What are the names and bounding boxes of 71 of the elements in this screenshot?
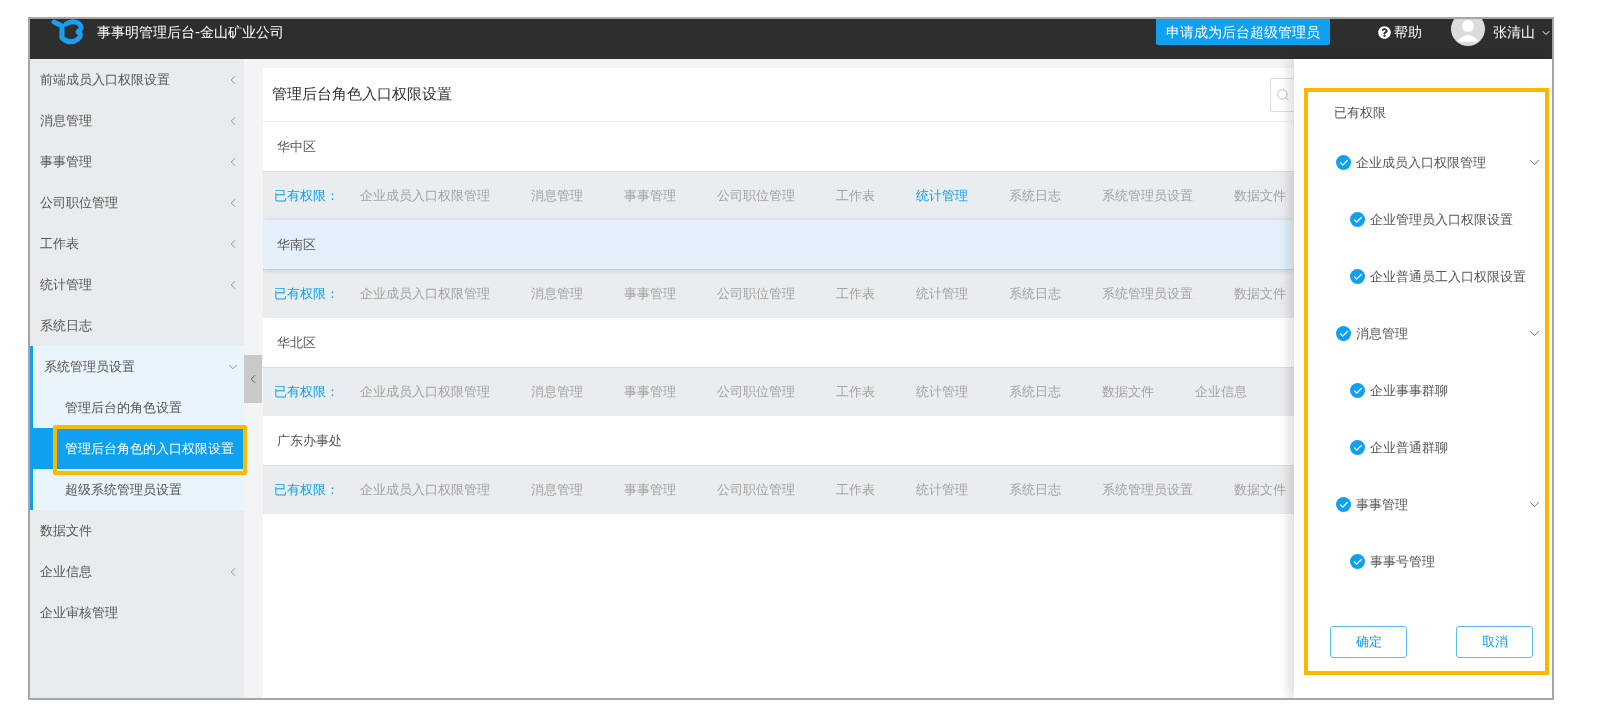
permission-label: 已有权限： bbox=[274, 383, 339, 402]
permission-tag: 系统管理员设置 bbox=[1102, 284, 1193, 304]
sidebar-item[interactable]: 系统管理员设置 bbox=[33, 346, 244, 387]
tree-node[interactable]: 企业管理员入口权限设置 bbox=[1308, 191, 1545, 248]
permission-tag: 数据文件 bbox=[1234, 186, 1286, 206]
permission-tag: 事事管理 bbox=[624, 186, 676, 206]
tree-node[interactable]: 消息管理 bbox=[1308, 305, 1545, 362]
tree-node[interactable]: 企业普通员工入口权限设置 bbox=[1308, 248, 1545, 305]
permission-tag: 工作表 bbox=[836, 186, 875, 206]
app-title: 事事明管理后台-金山矿业公司 bbox=[97, 22, 285, 42]
sidebar-item[interactable]: 统计管理 bbox=[30, 264, 244, 305]
permission-tag: 数据文件 bbox=[1234, 284, 1286, 304]
user-name[interactable]: 张清山 bbox=[1493, 19, 1535, 45]
permission-tag: 工作表 bbox=[836, 480, 875, 500]
permission-tag: 数据文件 bbox=[1234, 480, 1286, 500]
sidebar-item[interactable]: 企业审核管理 bbox=[30, 592, 244, 633]
tree-node[interactable]: 企业普通群聊 bbox=[1308, 419, 1545, 476]
permission-label: 已有权限： bbox=[274, 187, 339, 206]
permission-tag: 系统日志 bbox=[1009, 186, 1061, 206]
permission-tag: 系统日志 bbox=[1009, 284, 1061, 304]
sidebar-subitem[interactable]: 管理后台的角色设置 bbox=[33, 387, 244, 428]
permission-tag: 企业成员入口权限管理 bbox=[360, 284, 490, 304]
permission-tag: 统计管理 bbox=[916, 186, 968, 206]
sidebar-item[interactable]: 系统日志 bbox=[30, 305, 244, 346]
sidebar-subitem[interactable]: 超级系统管理员设置 bbox=[33, 469, 244, 510]
region-header: 华南区 bbox=[263, 220, 1294, 269]
sidebar-item[interactable]: 数据文件 bbox=[30, 510, 244, 551]
help-icon bbox=[1378, 25, 1391, 39]
permission-tag: 系统管理员设置 bbox=[1102, 186, 1193, 206]
permission-tag: 统计管理 bbox=[916, 284, 968, 304]
permission-tag: 公司职位管理 bbox=[717, 382, 795, 402]
permission-tag: 事事管理 bbox=[624, 382, 676, 402]
tree-node[interactable]: 事事号管理 bbox=[1308, 533, 1545, 590]
permission-tag: 统计管理 bbox=[916, 480, 968, 500]
permission-tag: 事事管理 bbox=[624, 284, 676, 304]
permission-tag: 企业信息 bbox=[1195, 382, 1247, 402]
tree-node[interactable]: 事事管理 bbox=[1308, 476, 1545, 533]
sidebar-item[interactable]: 公司职位管理 bbox=[30, 182, 244, 223]
sidebar-item[interactable]: 工作表 bbox=[30, 223, 244, 264]
permission-tag: 系统管理员设置 bbox=[1102, 480, 1193, 500]
permission-tag: 企业成员入口权限管理 bbox=[360, 382, 490, 402]
permission-tag: 公司职位管理 bbox=[717, 480, 795, 500]
permission-tag: 工作表 bbox=[836, 382, 875, 402]
permission-tag: 数据文件 bbox=[1102, 382, 1154, 402]
permission-tag: 系统日志 bbox=[1009, 382, 1061, 402]
sidebar-item[interactable]: 事事管理 bbox=[30, 141, 244, 182]
sidebar-item[interactable]: 前端成员入口权限设置 bbox=[30, 59, 244, 100]
permission-tag: 消息管理 bbox=[531, 480, 583, 500]
permission-label: 已有权限： bbox=[274, 285, 339, 304]
tree-node[interactable]: 企业事事群聊 bbox=[1308, 362, 1545, 419]
sidebar-item[interactable]: 消息管理 bbox=[30, 100, 244, 141]
tree-node[interactable]: 企业成员入口权限管理 bbox=[1308, 134, 1545, 191]
permission-tag: 消息管理 bbox=[531, 284, 583, 304]
permission-tag: 消息管理 bbox=[531, 382, 583, 402]
sidebar-item[interactable]: 企业信息 bbox=[30, 551, 244, 592]
permission-tag: 公司职位管理 bbox=[717, 284, 795, 304]
permission-tag: 系统日志 bbox=[1009, 480, 1061, 500]
search-icon bbox=[1276, 87, 1290, 102]
avatar-icon[interactable] bbox=[1451, 19, 1485, 46]
permission-label: 已有权限： bbox=[274, 481, 339, 500]
permission-tag: 事事管理 bbox=[624, 480, 676, 500]
page-title: 管理后台角色入口权限设置 bbox=[271, 84, 452, 106]
permission-tag: 工作表 bbox=[836, 284, 875, 304]
permission-tag: 消息管理 bbox=[531, 186, 583, 206]
panel-title: 已有权限 bbox=[1333, 104, 1387, 123]
permission-tag: 公司职位管理 bbox=[717, 186, 795, 206]
permission-tag: 统计管理 bbox=[916, 382, 968, 402]
help-link[interactable]: 帮助 bbox=[1378, 19, 1422, 45]
permission-tag: 企业成员入口权限管理 bbox=[360, 186, 490, 206]
collapse-handle[interactable] bbox=[244, 355, 262, 403]
permission-tag: 企业成员入口权限管理 bbox=[360, 480, 490, 500]
